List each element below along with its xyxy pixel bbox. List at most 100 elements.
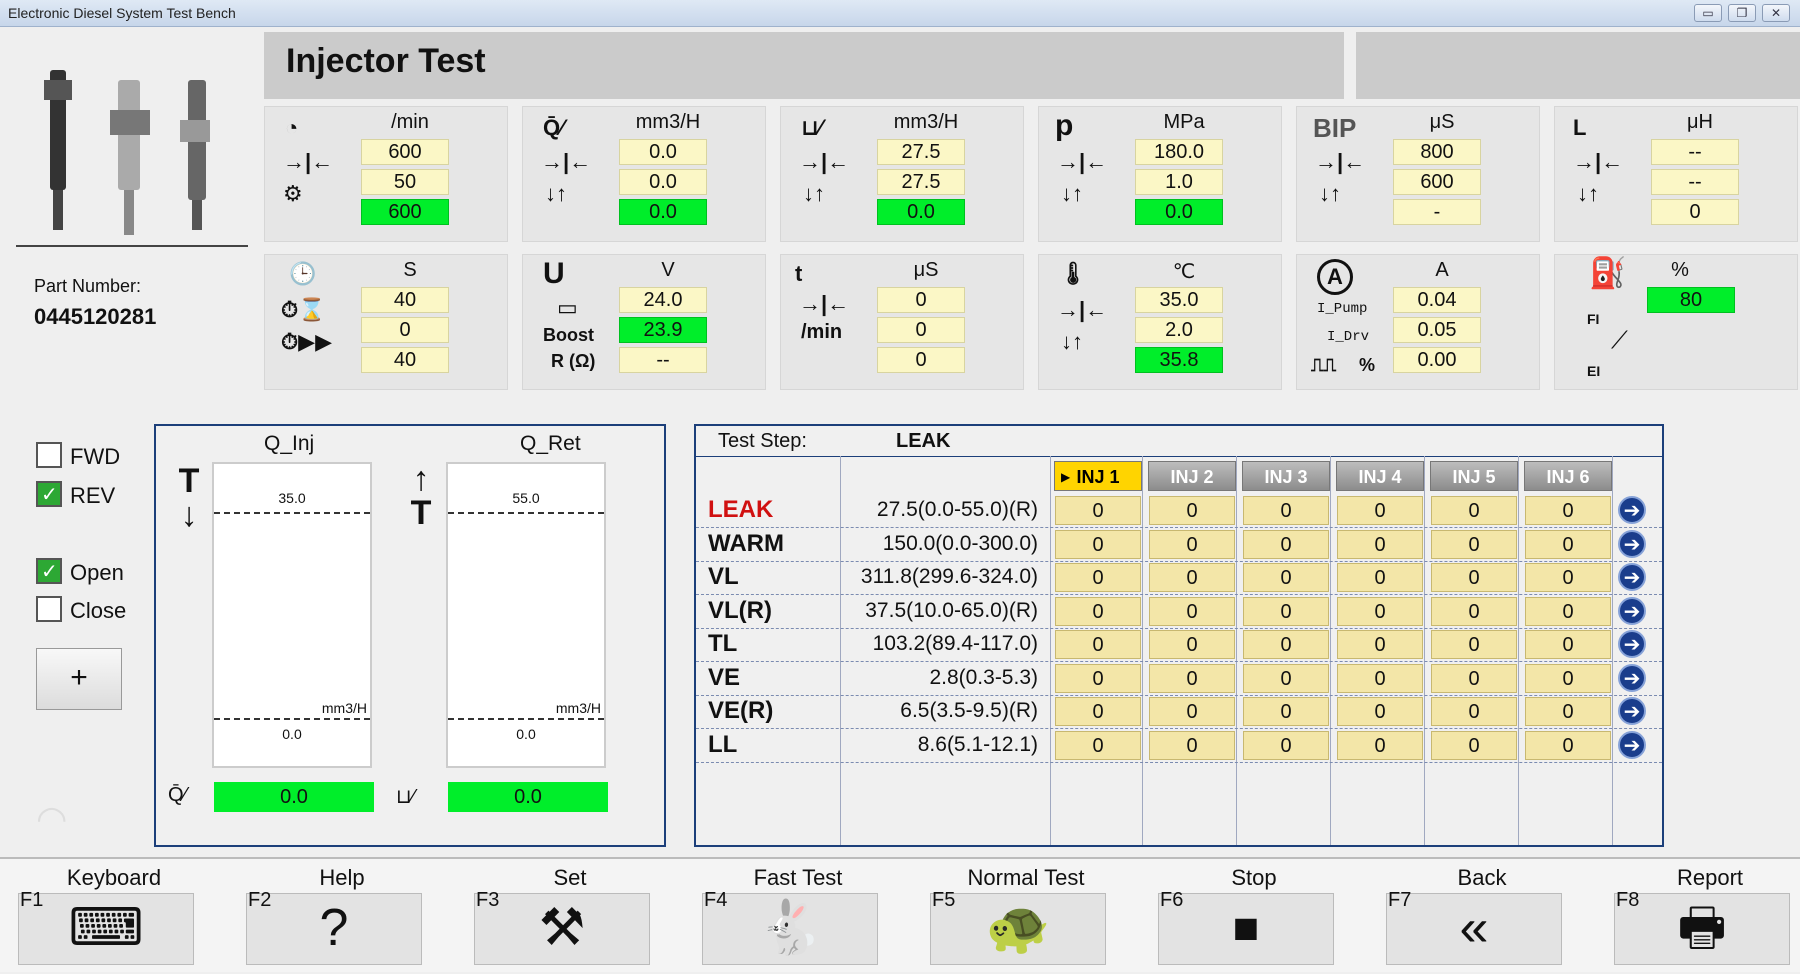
- pressure-panel: p →|← ↓↑ MPa 180.0 1.0 0.0: [1038, 106, 1282, 242]
- row-go-arrow-icon[interactable]: ➔: [1618, 563, 1646, 591]
- qret-gauge-title: Q_Ret: [520, 432, 581, 455]
- column-header-inj-4[interactable]: INJ 4: [1336, 461, 1424, 491]
- pulse-width-value[interactable]: 0: [877, 287, 965, 313]
- bip-set-value[interactable]: 800: [1393, 139, 1481, 165]
- temperature-set-value[interactable]: 35.0: [1135, 287, 1223, 313]
- row-name: VE: [708, 663, 741, 691]
- fkey-help-button[interactable]: Help? F2: [228, 859, 456, 974]
- fkey-number: F2: [248, 889, 272, 911]
- pressure-set-value[interactable]: 180.0: [1135, 139, 1223, 165]
- fkey-report-button[interactable]: Report 🖶 F8: [1596, 859, 1800, 974]
- fkey-normal-test-button[interactable]: Normal Test 🐢 F5: [912, 859, 1140, 974]
- table-row[interactable]: LEAK 27.5(0.0-55.0)(R) 0 0 0 0 0 0 ➔: [696, 494, 1662, 528]
- table-row[interactable]: VE 2.8(0.3-5.3) 0 0 0 0 0 0 ➔: [696, 662, 1662, 696]
- switch-icon[interactable]: ⟋: [1611, 327, 1628, 355]
- fwd-checkbox[interactable]: [36, 442, 62, 468]
- result-cell: 0: [1525, 663, 1611, 693]
- qret-tolerance-value[interactable]: 27.5: [877, 169, 965, 195]
- result-cell: 0: [1337, 730, 1423, 760]
- row-go-arrow-icon[interactable]: ➔: [1618, 730, 1646, 759]
- qinj-gauge-min: 0.0: [282, 726, 302, 742]
- setpoint-icon: →|←: [799, 149, 850, 174]
- speed-set-value[interactable]: 600: [361, 139, 449, 165]
- rev-checkbox[interactable]: [36, 481, 62, 507]
- qret-lower-limit: [448, 718, 604, 720]
- temperature-unit: ℃: [1172, 261, 1196, 283]
- add-button[interactable]: +: [36, 648, 122, 710]
- qinj-gauge-title: Q_Inj: [264, 432, 315, 455]
- fkey-button-face[interactable]: ?: [246, 893, 422, 965]
- fkey-button-face[interactable]: «: [1386, 893, 1562, 965]
- pump-current-value: 0.04: [1393, 287, 1481, 313]
- column-header-inj-5[interactable]: INJ 5: [1430, 461, 1518, 491]
- fkey-set-button[interactable]: Set ⚒ F3: [456, 859, 684, 974]
- column-header-inj-2[interactable]: INJ 2: [1148, 461, 1236, 491]
- injection-column-icon: T ↓: [178, 462, 200, 534]
- fkey-number: F7: [1388, 889, 1412, 911]
- table-row[interactable]: VE(R) 6.5(3.5-9.5)(R) 0 0 0 0 0 0 ➔: [696, 695, 1662, 729]
- row-go-arrow-icon[interactable]: ➔: [1618, 630, 1646, 658]
- column-header-inj-1[interactable]: INJ 1 ▶: [1054, 461, 1142, 491]
- pulse-frequency-value[interactable]: 0: [877, 317, 965, 343]
- inductance-set-value[interactable]: --: [1651, 139, 1739, 165]
- help-icon: ?: [319, 899, 349, 957]
- qret-unit: mm3/H: [893, 111, 959, 133]
- fkey-label: Back: [1457, 865, 1507, 890]
- thermometer-icon: 🌡: [1059, 261, 1087, 286]
- result-cell: 0: [1243, 529, 1329, 559]
- voltage-set-value[interactable]: 24.0: [619, 287, 707, 313]
- qinj-set-value[interactable]: 0.0: [619, 139, 707, 165]
- row-go-arrow-icon[interactable]: ➔: [1618, 596, 1646, 625]
- table-row[interactable]: VL(R) 37.5(10.0-65.0)(R) 0 0 0 0 0 0 ➔: [696, 595, 1662, 629]
- row-go-arrow-icon[interactable]: ➔: [1618, 697, 1646, 725]
- qret-set-value[interactable]: 27.5: [877, 139, 965, 165]
- row-divider: [696, 761, 1662, 763]
- table-row[interactable]: WARM 150.0(0.0-300.0) 0 0 0 0 0 0 ➔: [696, 528, 1662, 562]
- fkey-button-face[interactable]: ⏹: [1158, 893, 1334, 965]
- row-go-arrow-icon[interactable]: ➔: [1618, 529, 1646, 558]
- table-row[interactable]: VL 311.8(299.6-324.0) 0 0 0 0 0 0 ➔: [696, 561, 1662, 595]
- bip-tolerance-value[interactable]: 600: [1393, 169, 1481, 195]
- tolerance-icon: ↓↑: [1319, 181, 1341, 206]
- qinj-tolerance-value[interactable]: 0.0: [619, 169, 707, 195]
- fkey-button-face[interactable]: ⌨: [18, 893, 194, 965]
- speed-ramp-value[interactable]: 50: [361, 169, 449, 195]
- column-header-inj-6[interactable]: INJ 6: [1524, 461, 1612, 491]
- fkey-button-face[interactable]: 🐇: [702, 893, 878, 965]
- printer-icon: 🖶: [1677, 899, 1727, 957]
- minimize-button[interactable]: ▭: [1694, 4, 1722, 22]
- result-cell: 0: [1431, 663, 1517, 693]
- setpoint-icon: →|←: [1057, 149, 1108, 174]
- result-cell: 0: [1337, 663, 1423, 693]
- restore-button[interactable]: ❐: [1728, 4, 1756, 22]
- close-button[interactable]: ✕: [1762, 4, 1790, 22]
- table-row[interactable]: LL 8.6(5.1-12.1) 0 0 0 0 0 0 ➔: [696, 729, 1662, 763]
- pressure-tolerance-value[interactable]: 1.0: [1135, 169, 1223, 195]
- time-set-value[interactable]: 40: [361, 287, 449, 313]
- table-row[interactable]: TL 103.2(89.4-117.0) 0 0 0 0 0 0 ➔: [696, 628, 1662, 662]
- voltage-panel: U ▭ Boost R (Ω) V 24.0 23.9 --: [522, 254, 766, 390]
- inductance-tolerance-value[interactable]: --: [1651, 169, 1739, 195]
- result-cell: 0: [1337, 596, 1423, 626]
- fkey-button-face[interactable]: ⚒: [474, 893, 650, 965]
- fkey-fast-test-button[interactable]: Fast Test 🐇 F4: [684, 859, 912, 974]
- temperature-tolerance-value[interactable]: 2.0: [1135, 317, 1223, 343]
- close-checkbox[interactable]: [36, 596, 62, 622]
- row-go-arrow-icon[interactable]: ➔: [1618, 663, 1646, 692]
- result-cell: 0: [1431, 596, 1517, 626]
- fkey-keyboard-button[interactable]: Keyboard ⌨ F1: [0, 859, 228, 974]
- qinj-actual-value: 0.0: [619, 199, 707, 225]
- open-checkbox[interactable]: [36, 558, 62, 584]
- fkey-label: Set: [553, 865, 587, 890]
- result-cell: 0: [1055, 697, 1141, 726]
- fkey-button-face[interactable]: 🐢: [930, 893, 1106, 965]
- speed-actual-value: 600: [361, 199, 449, 225]
- column-header-inj-3[interactable]: INJ 3: [1242, 461, 1330, 491]
- row-go-arrow-icon[interactable]: ➔: [1618, 496, 1646, 524]
- inductance-icon: L: [1573, 115, 1587, 140]
- tachometer-icon: ◔: [285, 115, 299, 140]
- qret-gauge-max: 55.0: [512, 490, 540, 506]
- fkey-stop-button[interactable]: Stop ⏹ F6: [1140, 859, 1368, 974]
- fkey-button-face[interactable]: 🖶: [1614, 893, 1790, 965]
- fkey-back-button[interactable]: Back « F7: [1368, 859, 1596, 974]
